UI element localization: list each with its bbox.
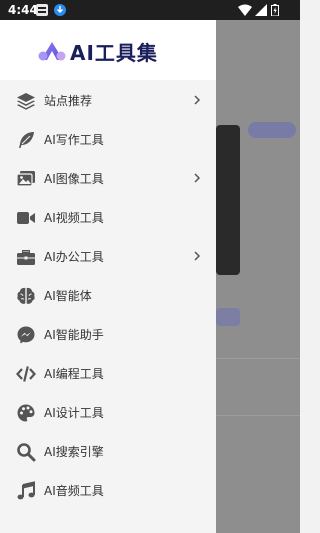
layers-icon bbox=[17, 93, 35, 110]
menu-item-ai-video[interactable]: AI视频工具 bbox=[0, 198, 216, 237]
navigation-drawer: AI工具集 站点推荐 AI写作工具 AI图像工具 AI视频工具 AI办公工具 A… bbox=[0, 20, 216, 533]
background-divider bbox=[216, 415, 300, 416]
menu-item-label: AI办公工具 bbox=[44, 250, 104, 264]
menu-item-label: AI智能助手 bbox=[44, 328, 104, 342]
menu-item-ai-audio[interactable]: AI音频工具 bbox=[0, 471, 216, 510]
menu-item-label: AI搜索引擎 bbox=[44, 445, 104, 459]
menu-item-label: AI智能体 bbox=[44, 289, 92, 303]
menu-item-label: AI音频工具 bbox=[44, 484, 104, 498]
chevron-right-icon bbox=[194, 173, 201, 183]
status-bar: 4:44 bbox=[0, 0, 300, 20]
menu-item-ai-writing[interactable]: AI写作工具 bbox=[0, 120, 216, 159]
logo-icon bbox=[38, 42, 66, 61]
menu-item-label: AI编程工具 bbox=[44, 367, 104, 381]
music-note-icon bbox=[17, 481, 35, 500]
messenger-icon bbox=[17, 326, 35, 344]
menu-item-label: AI图像工具 bbox=[44, 172, 104, 186]
menu-item-label: 站点推荐 bbox=[44, 94, 93, 108]
code-icon bbox=[16, 366, 36, 382]
menu-item-ai-coding[interactable]: AI编程工具 bbox=[0, 354, 216, 393]
brand-header: AI工具集 bbox=[0, 20, 216, 80]
chevron-right-icon bbox=[194, 251, 201, 261]
background-card bbox=[216, 125, 240, 275]
app-title: AI工具集 bbox=[70, 41, 158, 65]
images-icon bbox=[16, 171, 35, 187]
background-divider bbox=[216, 358, 300, 359]
menu-item-ai-agent[interactable]: AI智能体 bbox=[0, 276, 216, 315]
menu-item-label: AI设计工具 bbox=[44, 406, 104, 420]
feather-icon bbox=[19, 132, 34, 148]
briefcase-icon bbox=[17, 250, 35, 265]
palette-icon bbox=[17, 404, 35, 422]
background-tag bbox=[216, 308, 240, 326]
menu-item-ai-search[interactable]: AI搜索引擎 bbox=[0, 432, 216, 471]
brain-icon bbox=[17, 287, 35, 304]
background-scrim[interactable] bbox=[216, 20, 300, 533]
status-time: 4:44 bbox=[8, 3, 38, 17]
menu-item-ai-image[interactable]: AI图像工具 bbox=[0, 159, 216, 198]
menu-item-ai-assistant[interactable]: AI智能助手 bbox=[0, 315, 216, 354]
background-tab bbox=[248, 122, 296, 138]
drawer-menu: 站点推荐 AI写作工具 AI图像工具 AI视频工具 AI办公工具 AI智能体 A… bbox=[0, 81, 216, 510]
wifi-icon bbox=[238, 4, 252, 16]
video-camera-icon bbox=[17, 212, 35, 224]
app-notification-icon bbox=[36, 4, 48, 16]
search-icon bbox=[17, 443, 36, 462]
battery-icon bbox=[271, 4, 279, 16]
download-notification-icon bbox=[54, 4, 66, 16]
menu-item-ai-design[interactable]: AI设计工具 bbox=[0, 393, 216, 432]
signal-icon bbox=[255, 4, 267, 16]
menu-item-label: AI视频工具 bbox=[44, 211, 104, 225]
chevron-right-icon bbox=[194, 95, 201, 105]
menu-item-site-recommend[interactable]: 站点推荐 bbox=[0, 81, 216, 120]
menu-item-ai-office[interactable]: AI办公工具 bbox=[0, 237, 216, 276]
menu-item-label: AI写作工具 bbox=[44, 133, 104, 147]
